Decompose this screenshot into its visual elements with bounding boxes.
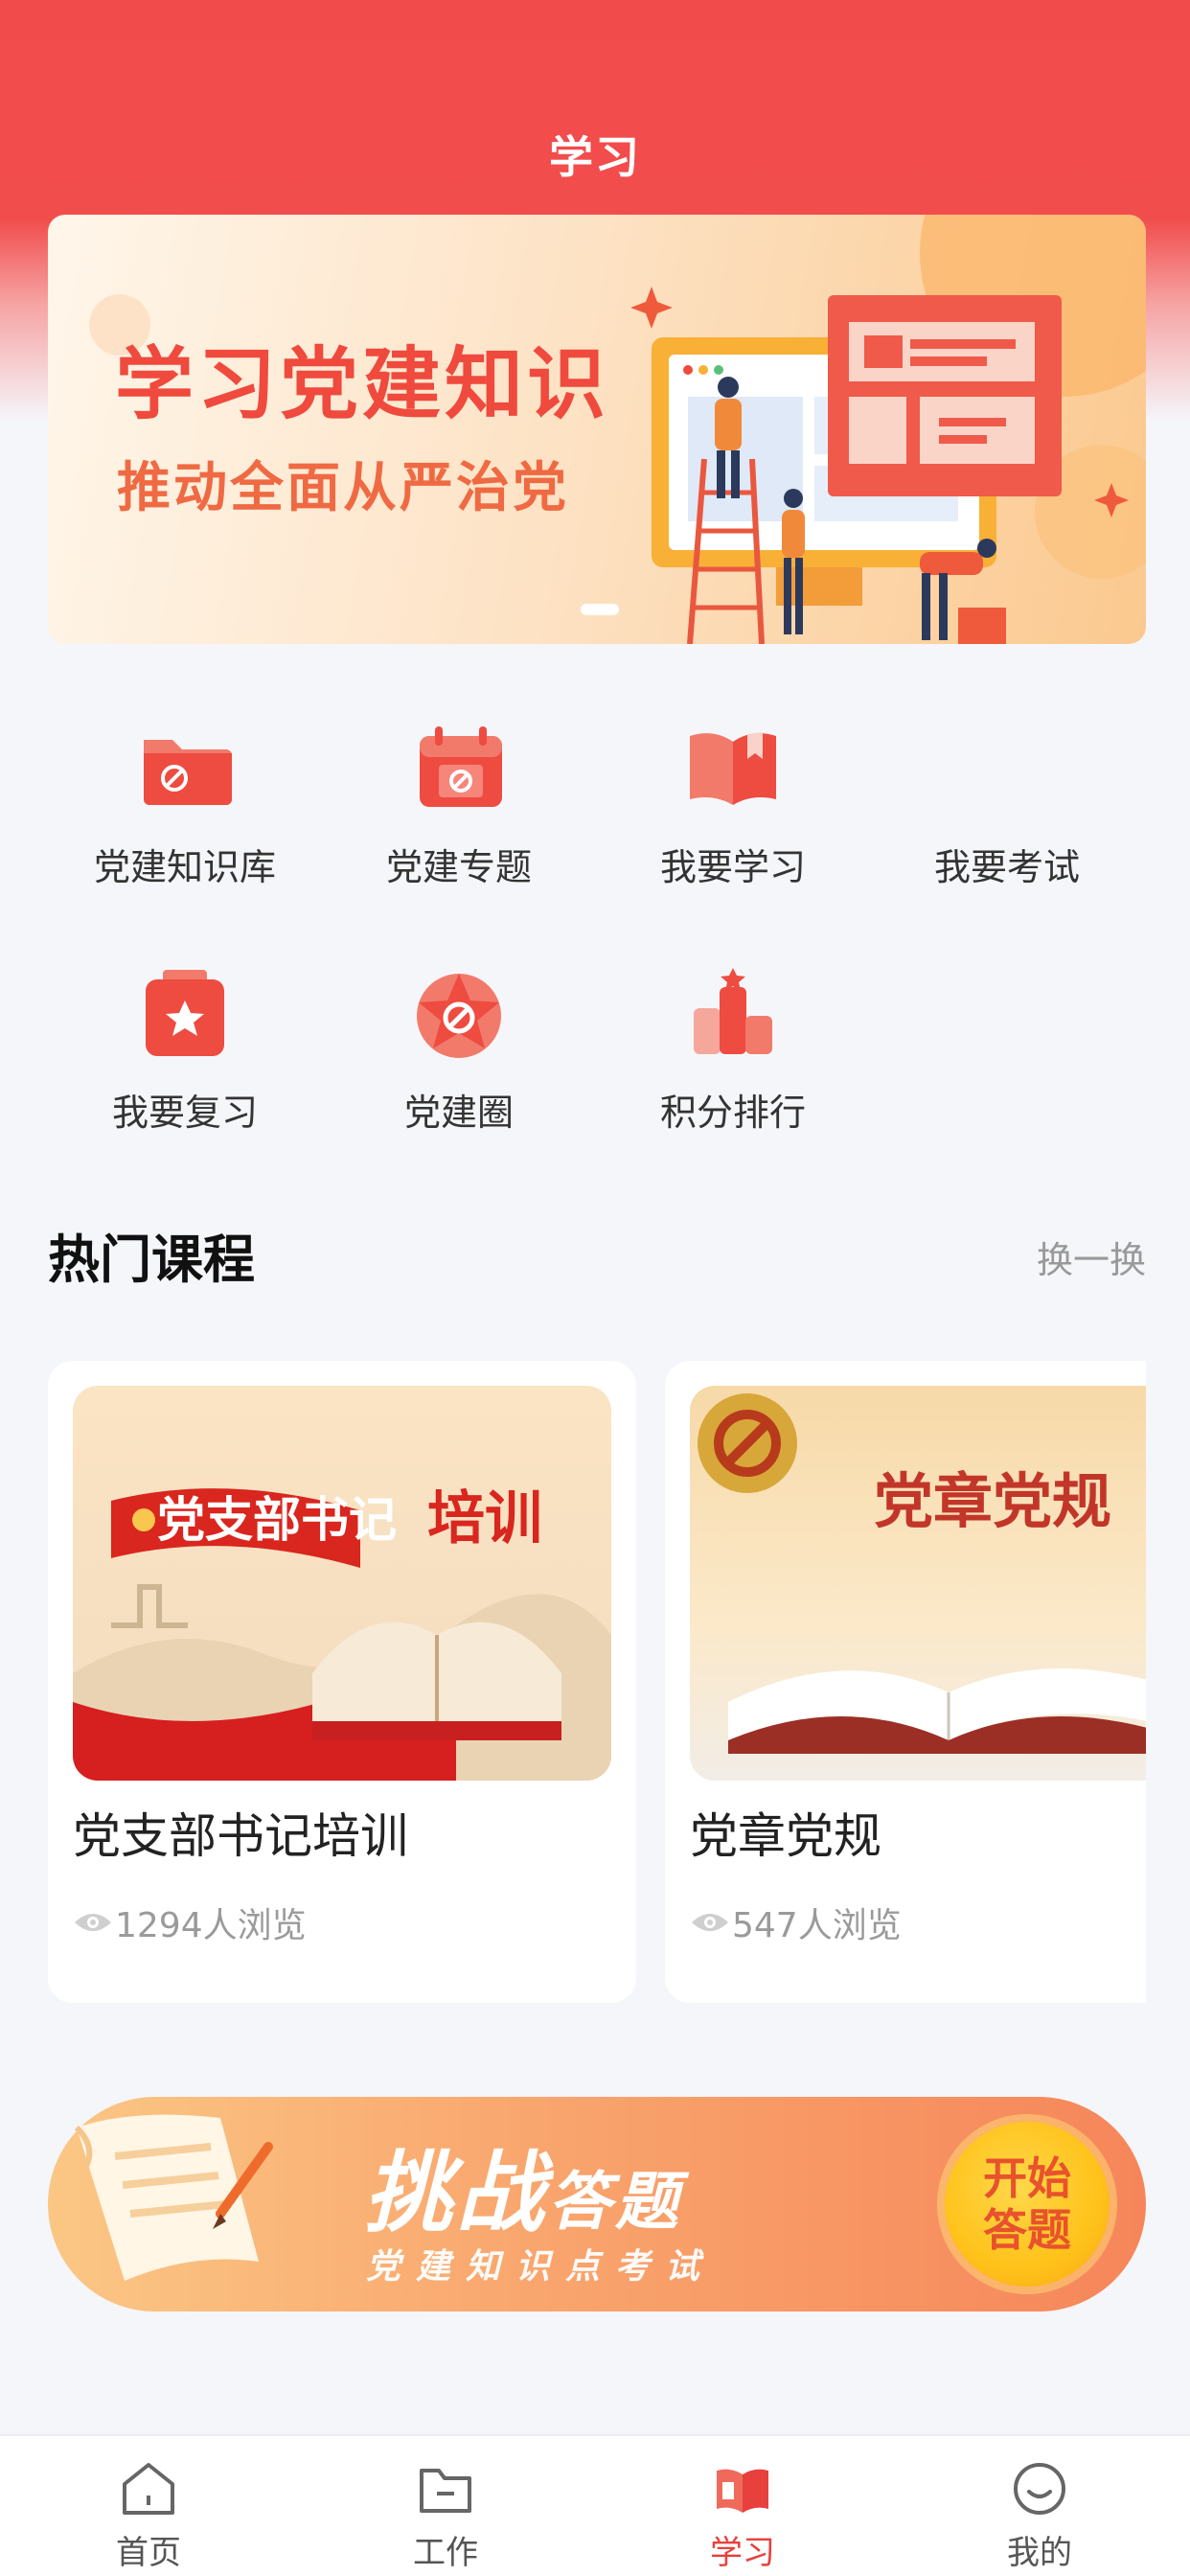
- study-page: 学习 学习党建知识 推动全面从严治党 党建知识库 党建专题 我要学习 我要考试 …: [0, 0, 1190, 2576]
- course-cover-image: 党章党规: [690, 1386, 1146, 1781]
- grid-label: 党建圈: [403, 1092, 514, 1134]
- start-quiz-button[interactable]: 开始 答题: [945, 2122, 1110, 2287]
- cover-text: 党章党规: [874, 1466, 1112, 1536]
- star-box-icon: [146, 970, 224, 1056]
- start-button-line1: 开始: [983, 2152, 1071, 2204]
- cover-text: 培训: [427, 1485, 542, 1552]
- banner-carousel[interactable]: 学习党建知识 推动全面从严治党: [48, 215, 1146, 644]
- challenge-quiz-banner[interactable]: 挑战答题 党建知识点考试 开始 答题: [48, 2089, 1146, 2315]
- course-card[interactable]: 党章党规 党章党规 547人浏览: [665, 1361, 1146, 2003]
- bottom-tab-bar: 首页 工作 学习 我的: [0, 2434, 1190, 2576]
- grid-label: 积分排行: [659, 1092, 806, 1134]
- challenge-subtitle: 党建知识点考试: [366, 2247, 716, 2287]
- start-button-line2: 答题: [983, 2204, 1071, 2256]
- exam-icon: [954, 715, 1060, 820]
- eye-icon: [75, 1914, 111, 1931]
- folder-party-icon: [144, 740, 232, 805]
- views-count: 1294人浏览: [115, 1906, 307, 1945]
- tab-label: 工作: [413, 2534, 478, 2572]
- tab-label: 首页: [116, 2534, 181, 2572]
- party-emblem-icon: [417, 974, 501, 1058]
- tab-label: 学习: [710, 2534, 775, 2572]
- section-title-hot-courses: 热门课程: [48, 1230, 255, 1290]
- grid-label: 党建专题: [385, 846, 532, 888]
- scroll-paper-icon: [74, 2114, 273, 2281]
- views-count: 547人浏览: [732, 1906, 902, 1945]
- tab-work[interactable]: 工作: [297, 2436, 594, 2576]
- grid-item-party-topics[interactable]: 党建专题: [322, 690, 596, 910]
- challenge-title: 挑战答题: [364, 2142, 683, 2244]
- book-icon: [690, 732, 776, 805]
- banner-title: 学习党建知识: [115, 339, 610, 430]
- home-icon: [123, 2463, 174, 2515]
- banner-subtitle: 推动全面从严治党: [117, 457, 569, 519]
- course-title: 党章党规: [690, 1808, 881, 1864]
- tab-study[interactable]: 学习: [594, 2436, 891, 2576]
- grid-label: 我要学习: [659, 846, 806, 888]
- course-card[interactable]: 党支部书记 培训 党支部书记培训 1294人浏览: [48, 1361, 636, 2003]
- grid-item-party-circle[interactable]: 党建圈: [322, 935, 596, 1156]
- grid-item-exam[interactable]: 我要考试: [870, 690, 1144, 910]
- course-views: 547人浏览: [690, 1898, 902, 1947]
- carousel-indicator: [581, 604, 619, 615]
- grid-item-knowledge-base[interactable]: 党建知识库: [48, 690, 322, 910]
- course-cover-image: 党支部书记 培训: [73, 1386, 611, 1781]
- tab-home[interactable]: 首页: [0, 2436, 297, 2576]
- course-views: 1294人浏览: [73, 1898, 307, 1947]
- grid-label: 我要考试: [933, 846, 1080, 888]
- grid-item-ranking[interactable]: 积分排行: [596, 935, 870, 1156]
- cover-text: 党支部书记: [157, 1492, 397, 1548]
- study-book-icon: [717, 2469, 768, 2513]
- eye-icon: [692, 1914, 728, 1931]
- grid-item-review[interactable]: 我要复习: [48, 935, 322, 1156]
- folder-icon: [420, 2469, 471, 2513]
- calendar-party-icon: [420, 726, 502, 807]
- grid-item-study[interactable]: 我要学习: [596, 690, 870, 910]
- smile-icon: [1014, 2463, 1065, 2515]
- grid-label: 我要复习: [111, 1092, 258, 1134]
- tab-profile[interactable]: 我的: [891, 2436, 1188, 2576]
- refresh-button[interactable]: 换一换: [1037, 1230, 1146, 1283]
- grid-label: 党建知识库: [93, 846, 276, 888]
- tab-label: 我的: [1007, 2534, 1072, 2572]
- ranking-icon: [694, 968, 772, 1054]
- page-title: 学习: [549, 131, 641, 183]
- course-title: 党支部书记培训: [73, 1808, 408, 1864]
- course-carousel[interactable]: 党支部书记 培训 党支部书记培训 1294人浏览 党章党规 党章党规 547人浏…: [48, 1361, 1146, 2003]
